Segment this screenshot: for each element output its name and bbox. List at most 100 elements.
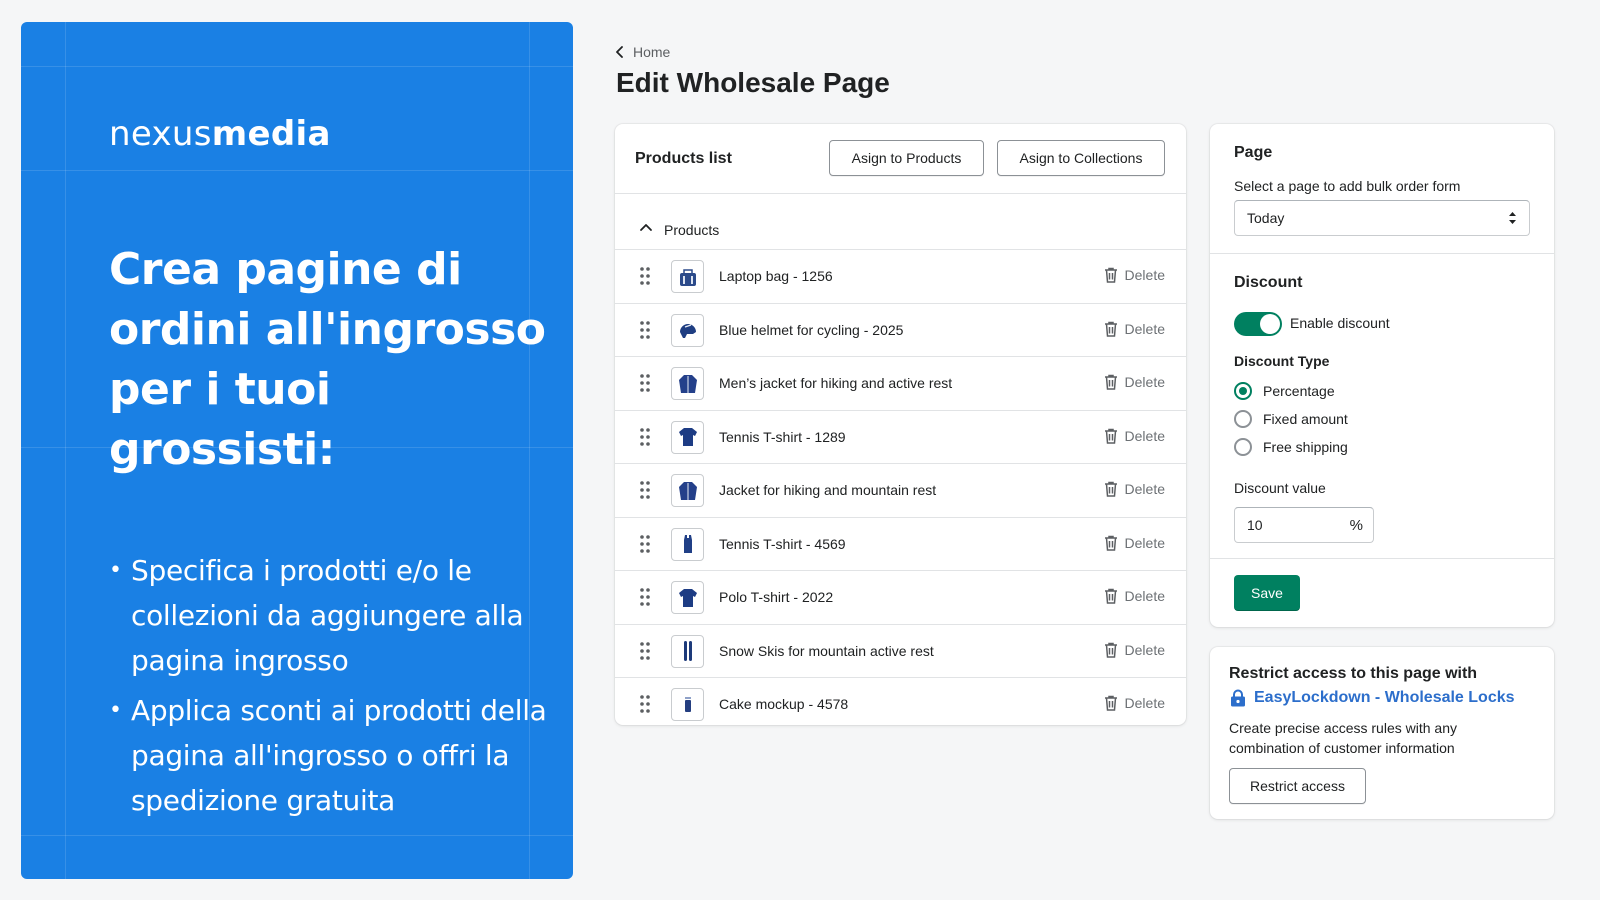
drag-handle-icon[interactable] xyxy=(639,320,651,340)
radio-circle xyxy=(1234,438,1252,456)
assign-to-collections-button[interactable]: Asign to Collections xyxy=(997,140,1165,176)
jacket-icon xyxy=(678,374,697,393)
product-row: Cake mockup - 4578 Delete xyxy=(615,678,1186,732)
drag-handle-icon[interactable] xyxy=(639,427,651,447)
page-select[interactable]: Today xyxy=(1234,200,1530,236)
delete-label: Delete xyxy=(1124,695,1165,711)
bullet-dot: • xyxy=(109,558,122,583)
delete-label: Delete xyxy=(1124,641,1165,658)
delete-product-button[interactable]: Delete xyxy=(1104,428,1165,444)
trash-icon xyxy=(1104,588,1117,604)
drag-handle-icon[interactable] xyxy=(639,373,651,393)
product-row: Men’s jacket for hiking and active rest D… xyxy=(615,357,1186,411)
drag-handle-icon[interactable] xyxy=(639,587,651,607)
enable-discount-toggle[interactable] xyxy=(1234,312,1282,336)
page-section-title: Page xyxy=(1234,144,1273,161)
delete-product-button[interactable]: Delete xyxy=(1104,642,1165,658)
radio-circle xyxy=(1234,382,1252,400)
bag-icon xyxy=(679,268,696,286)
save-button[interactable]: Save xyxy=(1234,575,1300,611)
delete-product-button[interactable]: Delete xyxy=(1104,588,1165,604)
discount-value-label: Discount value xyxy=(1234,480,1326,496)
breadcrumb-back-link[interactable]: Home xyxy=(615,44,670,60)
percent-suffix: % xyxy=(1349,517,1363,534)
product-name: Blue helmet for cycling - 2025 xyxy=(719,321,904,338)
logo-light-text: nexus xyxy=(109,114,212,154)
page-title: Edit Wholesale Page xyxy=(616,67,890,98)
delete-product-button[interactable]: Delete xyxy=(1104,695,1165,711)
product-row: Polo T-shirt - 2022 Delete xyxy=(615,571,1186,625)
enable-discount-label: Enable discount xyxy=(1290,315,1390,331)
drag-handle-icon[interactable] xyxy=(639,266,651,286)
grid-line xyxy=(21,170,573,171)
product-list: Laptop bag - 1256 Delete Blue helmet for c… xyxy=(615,250,1186,732)
drag-handle-icon[interactable] xyxy=(639,534,651,554)
restrict-access-button[interactable]: Restrict access xyxy=(1229,768,1366,804)
delete-product-button[interactable]: Delete xyxy=(1104,267,1165,283)
delete-product-button[interactable]: Delete xyxy=(1104,481,1165,497)
product-name: Jacket for hiking and mountain rest xyxy=(719,482,937,498)
product-name: Tennis T-shirt - 1289 xyxy=(719,428,846,445)
discount-type-label: Discount Type xyxy=(1234,353,1330,369)
delete-label: Delete xyxy=(1124,534,1165,551)
radio-percentage[interactable]: Percentage xyxy=(1234,382,1335,400)
assign-to-products-button[interactable]: Asign to Products xyxy=(829,140,984,176)
logo-bold-text: media xyxy=(211,114,331,154)
promo-bullet-text: Applica sconti ai prodotti della pagina … xyxy=(131,694,547,817)
delete-product-button[interactable]: Delete xyxy=(1104,374,1165,390)
trash-icon xyxy=(1104,535,1117,551)
lock-icon xyxy=(1231,689,1245,707)
settings-card: Page Select a page to add bulk order for… xyxy=(1210,124,1554,627)
chevron-left-icon xyxy=(616,46,623,58)
cake-icon xyxy=(684,696,691,712)
product-row: Tennis T-shirt - 1289 Delete xyxy=(615,411,1186,464)
discount-section: Discount Enable discount Discount Type P… xyxy=(1210,254,1554,559)
product-row: Laptop bag - 1256 Delete xyxy=(615,250,1186,304)
products-group-toggle[interactable]: Products xyxy=(615,194,1186,250)
product-thumbnail xyxy=(671,474,704,507)
drag-handle-icon[interactable] xyxy=(639,480,651,500)
discount-value-input[interactable]: 10 % xyxy=(1234,507,1374,543)
radio-circle xyxy=(1234,410,1252,428)
easylockdown-link[interactable]: EasyLockdown - Wholesale Locks xyxy=(1229,689,1515,707)
nexusmedia-logo: nexusmedia xyxy=(109,114,331,154)
jacket-icon xyxy=(678,481,697,500)
bullet-dot: • xyxy=(109,698,122,723)
discount-section-title: Discount xyxy=(1234,274,1303,291)
product-row: Jacket for hiking and mountain rest Delet… xyxy=(615,464,1186,518)
trash-icon xyxy=(1104,321,1117,337)
delete-product-button[interactable]: Delete xyxy=(1104,535,1165,551)
grid-line xyxy=(21,66,573,67)
skis-icon xyxy=(683,641,692,661)
discount-value: 10 xyxy=(1247,517,1263,533)
product-name: Tennis T-shirt - 4569 xyxy=(719,535,846,552)
product-thumbnail xyxy=(671,581,704,614)
promo-bullet-text: Specifica i prodotti e/o le collezioni d… xyxy=(131,554,524,677)
breadcrumb-label: Home xyxy=(633,44,671,60)
delete-label: Delete xyxy=(1124,588,1165,604)
product-thumbnail xyxy=(671,367,704,400)
promo-bullet: • Specifica i prodotti e/o le collezioni … xyxy=(109,548,549,683)
radio-fixed-amount[interactable]: Fixed amount xyxy=(1234,410,1348,428)
product-thumbnail xyxy=(671,260,704,293)
tanktop-icon xyxy=(683,535,692,553)
product-thumbnail xyxy=(671,313,704,347)
delete-product-button[interactable]: Delete xyxy=(1104,321,1165,337)
promo-bullet-list: • Specifica i prodotti e/o le collezioni … xyxy=(109,548,549,828)
drag-handle-icon[interactable] xyxy=(639,641,651,661)
products-group-label: Products xyxy=(664,222,720,238)
product-thumbnail xyxy=(671,420,704,454)
tshirt-icon xyxy=(678,428,697,446)
product-row: Snow Skis for mountain active rest Delete xyxy=(615,625,1186,678)
grid-line xyxy=(21,835,573,836)
helmet-icon xyxy=(679,324,696,338)
tshirt-icon xyxy=(678,588,697,607)
restrict-access-card: Restrict access to this page with EasyLo… xyxy=(1210,647,1554,819)
drag-handle-icon[interactable] xyxy=(639,694,651,714)
toggle-knob xyxy=(1260,314,1280,334)
radio-free-shipping[interactable]: Free shipping xyxy=(1234,438,1348,456)
select-arrows-icon xyxy=(1509,212,1516,224)
product-name: Cake mockup - 4578 xyxy=(719,696,849,712)
trash-icon xyxy=(1104,481,1117,497)
product-row: Tennis T-shirt - 4569 Delete xyxy=(615,518,1186,571)
